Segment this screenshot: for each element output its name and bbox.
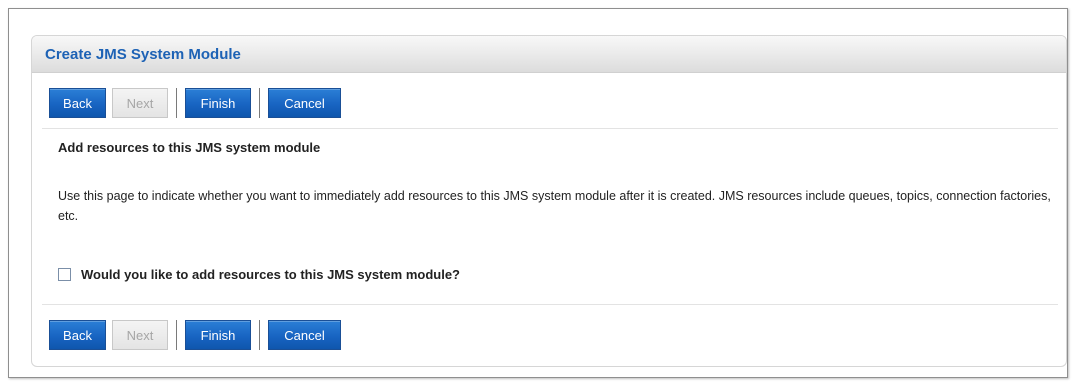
description-text: Use this page to indicate whether you wa…: [58, 189, 1051, 223]
add-resources-checkbox[interactable]: [58, 268, 71, 281]
page-title: Create JMS System Module: [45, 45, 241, 63]
section-heading: Add resources to this JMS system module: [58, 140, 321, 155]
cancel-button[interactable]: Cancel: [268, 88, 341, 118]
back-button[interactable]: Back: [49, 88, 106, 118]
next-button[interactable]: Next: [112, 88, 168, 118]
next-button[interactable]: Next: [112, 320, 168, 350]
add-resources-row: Would you like to add resources to this …: [58, 267, 460, 282]
create-jms-module-panel: Create JMS System Module Back Next Finis…: [31, 35, 1067, 367]
finish-button[interactable]: Finish: [185, 320, 251, 350]
toolbar-separator: [259, 88, 260, 118]
finish-button[interactable]: Finish: [185, 88, 251, 118]
add-resources-label[interactable]: Would you like to add resources to this …: [81, 267, 460, 282]
cancel-button[interactable]: Cancel: [268, 320, 341, 350]
toolbar-separator: [176, 320, 177, 350]
toolbar-separator: [259, 320, 260, 350]
window-frame: Create JMS System Module Back Next Finis…: [8, 8, 1068, 378]
panel-header: Create JMS System Module: [32, 36, 1066, 73]
top-toolbar: Back Next Finish Cancel: [49, 86, 347, 120]
toolbar-separator: [176, 88, 177, 118]
divider: [42, 128, 1058, 129]
back-button[interactable]: Back: [49, 320, 106, 350]
divider: [42, 304, 1058, 305]
bottom-toolbar: Back Next Finish Cancel: [49, 318, 347, 352]
